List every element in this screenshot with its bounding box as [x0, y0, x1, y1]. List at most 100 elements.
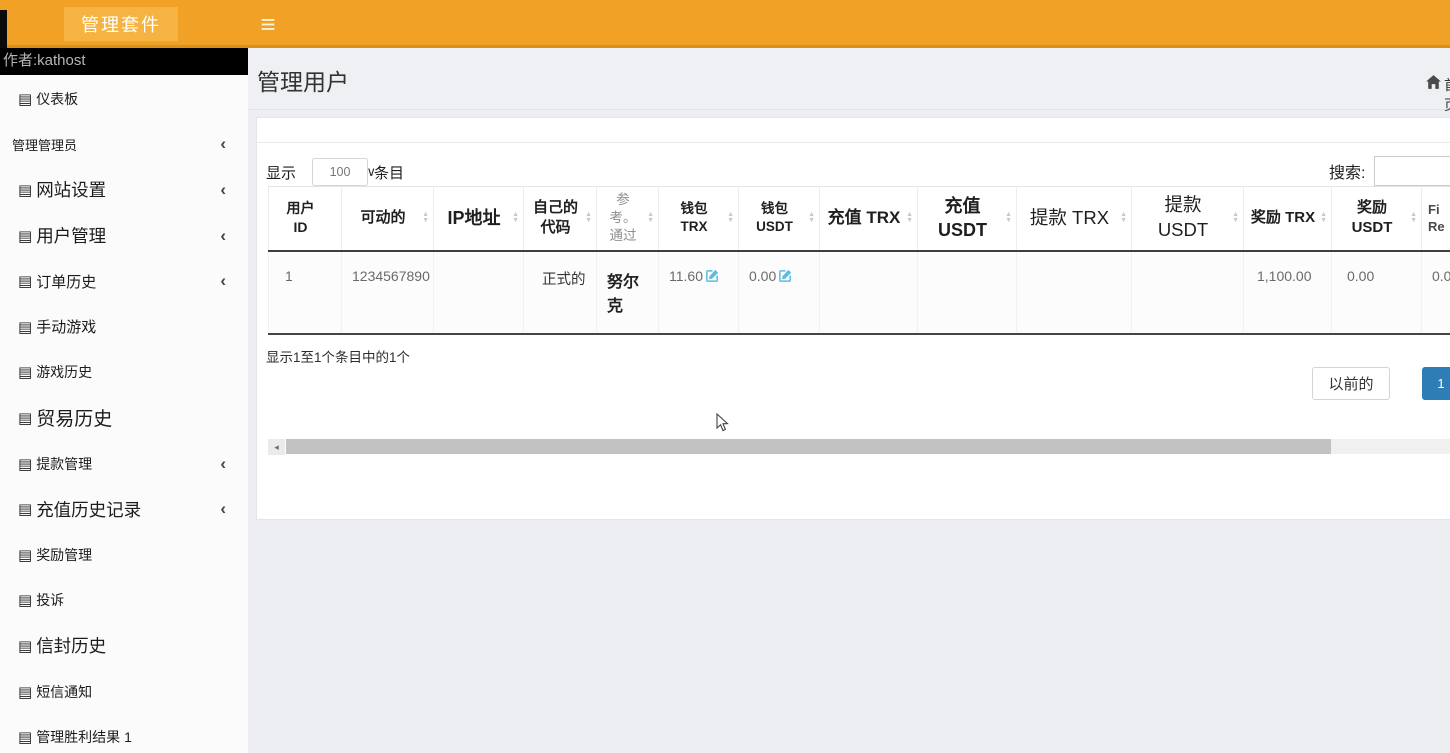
author-label: 作者:kathost — [0, 48, 248, 75]
sidebar-item-label: 贸易历史 — [36, 404, 112, 431]
list-icon: ▤ — [18, 272, 32, 290]
brand-link[interactable]: 管理套件 — [64, 7, 178, 41]
list-icon: ▤ — [18, 90, 32, 108]
sidebar-item-label: 提款管理 — [36, 454, 92, 474]
col-header-referred-by[interactable]: 参考。通过 ▲▼ — [597, 187, 659, 251]
sidebar-item-manage-win-results[interactable]: ▤ 管理胜利结果 1 — [0, 714, 248, 753]
page-1-button[interactable]: 1 — [1422, 367, 1450, 400]
sidebar-item-order-history[interactable]: ▤ 订单历史 ‹ — [0, 258, 248, 304]
cell-own-code: 正式的 — [524, 251, 597, 334]
sidebar-item-manual-game[interactable]: ▤ 手动游戏 — [0, 304, 248, 350]
users-table-wrapper: 用户ID 可动的 ▲▼ IP地址 ▲▼ 自己的代码 ▲▼ — [268, 186, 1450, 335]
sidebar-item-dashboard[interactable]: ▤ 仪表板 — [0, 76, 248, 122]
chevron-left-icon: ‹ — [220, 271, 226, 291]
sidebar-item-label: 订单历史 — [36, 271, 96, 292]
chevron-left-icon: ‹ — [220, 134, 226, 154]
table-card: 显示 100 ∨ 条目 搜索: — [256, 117, 1450, 520]
sidebar: 作者:kathost ▤ 仪表板 管理管理员 ‹ ▤ 网站设置 ‹ ▤ 用户管理… — [0, 48, 248, 753]
sidebar-item-label: 充值历史记录 — [36, 497, 141, 522]
sort-icon: ▲▼ — [512, 212, 519, 224]
list-icon: ▤ — [18, 591, 32, 609]
search-label: 搜索: — [1329, 159, 1365, 183]
sidebar-item-label: 网站设置 — [36, 177, 106, 202]
col-header-wallet-usdt[interactable]: 钱包USDT ▲▼ — [739, 187, 820, 251]
col-header-recharge-usdt[interactable]: 充值USDT ▲▼ — [918, 187, 1017, 251]
col-header-reward-trx[interactable]: 奖励 TRX ▲▼ — [1244, 187, 1332, 251]
sidebar-item-label: 短信通知 — [36, 682, 92, 702]
col-header-own-code[interactable]: 自己的代码 ▲▼ — [524, 187, 597, 251]
sort-icon: ▲▼ — [1410, 212, 1417, 224]
sidebar-item-user-management[interactable]: ▤ 用户管理 ‹ — [0, 213, 248, 259]
cell-reward-usdt: 0.00 — [1332, 251, 1422, 334]
sidebar-item-recharge-history[interactable]: ▤ 充值历史记录 ‹ — [0, 486, 248, 532]
edit-icon[interactable] — [778, 268, 793, 286]
sort-icon: ▲▼ — [585, 212, 592, 224]
sidebar-item-complaints[interactable]: ▤ 投诉 — [0, 578, 248, 624]
search-control: 搜索: — [1329, 156, 1450, 186]
length-value: 100 — [330, 165, 351, 179]
edit-icon[interactable] — [705, 268, 720, 286]
length-control: 显示 100 ∨ 条目 — [266, 158, 404, 186]
search-input[interactable] — [1374, 156, 1450, 186]
table-row: 1 1234567890 正式的 努尔克 11.60 0.00 — [269, 251, 1450, 334]
cell-wallet-trx: 11.60 — [659, 251, 739, 334]
list-icon: ▤ — [18, 637, 32, 655]
cell-withdraw-trx — [1017, 251, 1132, 334]
users-table: 用户ID 可动的 ▲▼ IP地址 ▲▼ 自己的代码 ▲▼ — [268, 186, 1450, 335]
sidebar-item-reward-management[interactable]: ▤ 奖励管理 — [0, 532, 248, 578]
card-header-strip — [257, 118, 1450, 143]
sort-icon: ▲▼ — [906, 212, 913, 224]
sidebar-item-label: 手动游戏 — [36, 316, 96, 337]
col-header-wallet-trx[interactable]: 钱包TRX ▲▼ — [659, 187, 739, 251]
show-label: 显示 — [266, 162, 296, 183]
col-header-recharge-trx[interactable]: 充值 TRX ▲▼ — [820, 187, 918, 251]
sort-icon: ▲▼ — [1232, 212, 1239, 224]
length-select[interactable]: 100 ∨ — [312, 158, 368, 186]
sort-icon: ▲▼ — [647, 212, 654, 224]
horizontal-scrollbar-track[interactable] — [286, 439, 1450, 454]
col-header-ip[interactable]: IP地址 ▲▼ — [434, 187, 524, 251]
sidebar-item-envelope-history[interactable]: ▤ 信封历史 — [0, 623, 248, 669]
previous-page-button[interactable]: 以前的 — [1312, 367, 1390, 400]
scroll-left-arrow[interactable]: ◂ — [268, 439, 285, 455]
sidebar-item-game-history[interactable]: ▤ 游戏历史 — [0, 350, 248, 396]
col-header-first-recharge[interactable]: FiRe ▲▼ — [1422, 187, 1450, 251]
cell-recharge-usdt — [918, 251, 1017, 334]
horizontal-scrollbar-thumb[interactable] — [286, 439, 1331, 454]
list-icon: ▤ — [18, 500, 32, 518]
sidebar-item-manage-admins[interactable]: 管理管理员 ‹ — [0, 122, 248, 168]
list-icon: ▤ — [18, 728, 32, 746]
home-icon[interactable] — [1425, 74, 1442, 90]
sidebar-item-label: 投诉 — [36, 590, 64, 610]
table-info-text: 显示1至1个条目中的1个 — [266, 346, 410, 366]
cell-recharge-trx — [820, 251, 918, 334]
sort-icon: ▲▼ — [1120, 212, 1127, 224]
sidebar-item-label: 用户管理 — [36, 223, 106, 248]
breadcrumb-home-label[interactable]: 首页 — [1444, 75, 1450, 115]
col-header-active[interactable]: 可动的 ▲▼ — [342, 187, 434, 251]
col-header-withdraw-usdt[interactable]: 提款 USDT ▲▼ — [1132, 187, 1244, 251]
sidebar-item-label: 奖励管理 — [36, 545, 92, 565]
chevron-left-icon: ‹ — [220, 226, 226, 246]
sort-icon: ▲▼ — [1005, 212, 1012, 224]
col-header-user-id[interactable]: 用户ID — [269, 187, 342, 251]
cell-referred-by: 努尔克 — [597, 251, 659, 334]
sidebar-item-sms-notifications[interactable]: ▤ 短信通知 — [0, 669, 248, 715]
hamburger-menu-icon[interactable]: ≡ — [253, 6, 283, 42]
cell-first-recharge: 0.00 — [1422, 251, 1450, 334]
sort-icon: ▲▼ — [422, 212, 429, 224]
cell-withdraw-usdt — [1132, 251, 1244, 334]
sidebar-item-withdrawal-management[interactable]: ▤ 提款管理 ‹ — [0, 441, 248, 487]
chevron-down-icon: ∨ — [367, 164, 377, 180]
list-icon: ▤ — [18, 181, 32, 199]
list-icon: ▤ — [18, 546, 32, 564]
sidebar-item-trade-history[interactable]: ▤ 贸易历史 — [0, 395, 248, 441]
sort-icon: ▲▼ — [808, 212, 815, 224]
entries-label: 条目 — [374, 162, 404, 183]
list-icon: ▤ — [18, 318, 32, 336]
sidebar-item-site-settings[interactable]: ▤ 网站设置 ‹ — [0, 167, 248, 213]
sort-icon: ▲▼ — [727, 212, 734, 224]
chevron-left-icon: ‹ — [220, 499, 226, 519]
col-header-withdraw-trx[interactable]: 提款 TRX ▲▼ — [1017, 187, 1132, 251]
col-header-reward-usdt[interactable]: 奖励USDT ▲▼ — [1332, 187, 1422, 251]
